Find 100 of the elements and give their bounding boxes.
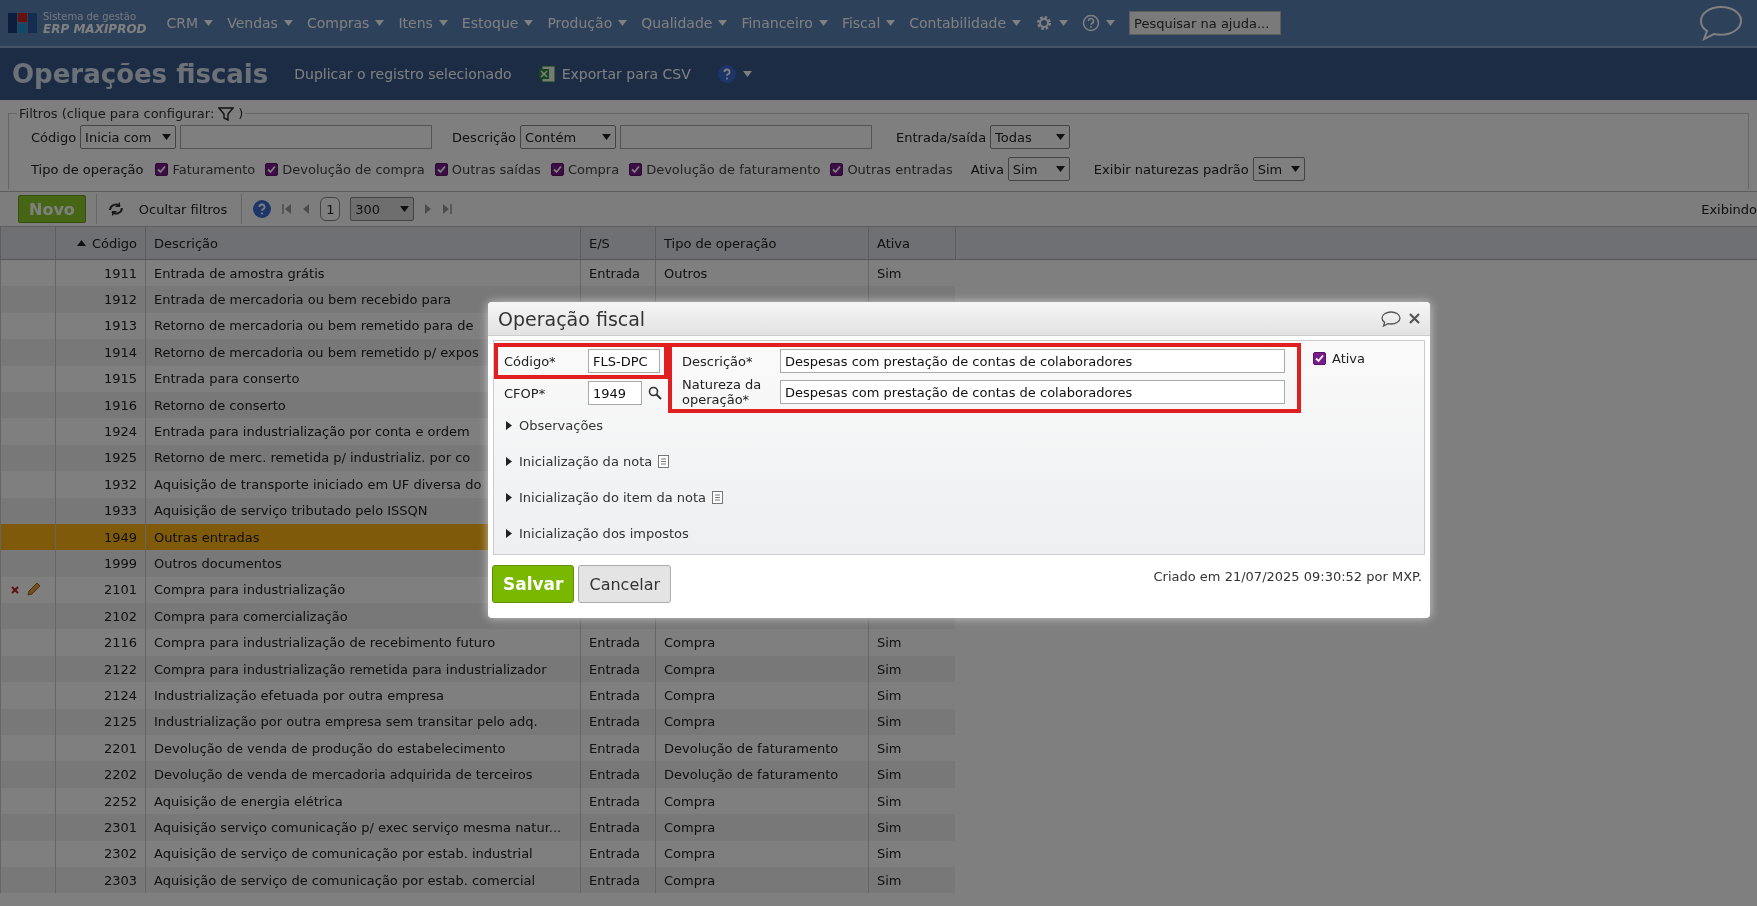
column-header[interactable]: Descrição: [145, 227, 580, 259]
search-icon[interactable]: [648, 386, 662, 400]
code-field[interactable]: [180, 125, 433, 149]
table-cell: Entrada: [580, 867, 655, 894]
nav-menu[interactable]: Vendas: [227, 15, 293, 31]
caret-icon: [818, 20, 828, 26]
table-row[interactable]: 2303 Aquisição de serviço de comunicação por estab. comercial Entrada Compra Sim: [0, 867, 955, 894]
defaults-select[interactable]: Sim: [1252, 157, 1305, 181]
filter-label: Ativa: [970, 161, 1004, 177]
nav-menu[interactable]: Produção: [547, 15, 628, 31]
toolbar-link[interactable]: Exportar para CSV: [537, 65, 691, 83]
filter-label: Exibir naturezas padrão: [1093, 161, 1249, 177]
table-row[interactable]: 2122 Compra para industrialização remetida para industrializador Entrada Compra Sim: [0, 655, 955, 683]
checkbox[interactable]: [265, 162, 279, 176]
checkbox-label: Compra: [567, 161, 620, 177]
page-number-field[interactable]: 1: [320, 197, 341, 221]
cfop-input[interactable]: 1949: [588, 381, 642, 405]
table-cell: Aquisição de serviço de comunicação por estab. industrial: [145, 840, 580, 867]
close-icon[interactable]: [1409, 313, 1420, 324]
nav-menu[interactable]: Fiscal: [841, 15, 896, 31]
filters-legend-text[interactable]: Filtros (clique para configurar:: [19, 106, 215, 121]
checkbox[interactable]: [1313, 352, 1326, 365]
record-count: Exibindo: [1701, 201, 1757, 217]
toolbar-link[interactable]: Duplicar o registro selecionado: [294, 66, 512, 82]
checkbox-label: Outras saídas: [451, 161, 541, 177]
checkbox[interactable]: [550, 162, 564, 176]
filters-legend[interactable]: Filtros (clique para configurar: ): [17, 106, 246, 121]
table-cell: Entrada: [580, 629, 655, 656]
nav-menu[interactable]: Itens: [398, 15, 448, 31]
table-cell: Compra: [655, 814, 868, 841]
table-cell: 1914: [55, 339, 145, 366]
table-cell: 1912: [55, 286, 145, 313]
caret-icon: [524, 20, 534, 26]
help-menu[interactable]: [716, 64, 752, 84]
column-header[interactable]: Tipo de operação: [655, 227, 868, 259]
checkbox-label: Faturamento: [172, 161, 256, 177]
hide-filters-button[interactable]: Ocultar filtros: [134, 201, 232, 217]
table-cell: Aquisição de serviço de comunicação por estab. comercial: [145, 867, 580, 894]
chat-bubble-icon[interactable]: [1381, 310, 1401, 327]
filters-legend-end: ): [238, 106, 244, 121]
help-icon[interactable]: [252, 199, 273, 219]
nav-menu[interactable]: Qualidade: [641, 15, 728, 31]
nav-menu[interactable]: Estoque: [461, 15, 534, 31]
checkbox[interactable]: [830, 162, 844, 176]
nature-input[interactable]: Despesas com prestação de contas de colaboradores: [780, 380, 1285, 404]
caret-icon: [1290, 166, 1300, 172]
table-cell: Devolução de venda de mercadoria adquirida de terceiros: [145, 761, 580, 788]
table-row[interactable]: 2301 Aquisição serviço comunicação p/ exec serviço mesma natur... Entrada Compra Sim: [0, 814, 955, 841]
help-menu[interactable]: [1082, 14, 1116, 32]
table-cell: Sim: [868, 840, 955, 867]
page-size-select[interactable]: 300: [350, 197, 415, 221]
filter-label: Tipo de operação: [31, 161, 144, 177]
table-row[interactable]: 2202 Devolução de venda de mercadoria adquirida de terceiros Entrada Devolução de faturamento Sim: [0, 761, 955, 788]
checkbox[interactable]: [629, 162, 643, 176]
checkbox[interactable]: [434, 162, 448, 176]
help-icon: [1082, 14, 1101, 32]
caret-icon: [742, 71, 752, 77]
document-icon[interactable]: [712, 490, 724, 504]
table-cell: Compra: [655, 682, 868, 709]
filter-icon[interactable]: [218, 106, 235, 121]
table-cell: Industrialização efetuada por outra empresa: [145, 682, 580, 709]
table-cell: Entrada: [580, 682, 655, 709]
column-header[interactable]: Código: [55, 227, 145, 259]
table-row[interactable]: 2125 Industrialização por outra empresa sem transitar pelo adq. Entrada Compra Sim: [0, 708, 955, 736]
caret-icon: [718, 20, 728, 26]
expand-arrow-icon: [506, 420, 513, 430]
cancel-button[interactable]: Cancelar: [578, 565, 672, 603]
caret-icon: [1106, 20, 1116, 26]
checkbox[interactable]: [155, 162, 169, 176]
save-button[interactable]: Salvar: [492, 565, 575, 603]
description-field[interactable]: [620, 125, 873, 149]
refresh-icon[interactable]: [106, 201, 125, 217]
delete-icon[interactable]: [11, 585, 19, 594]
pencil-icon[interactable]: [25, 581, 41, 598]
caret-icon: [886, 20, 896, 26]
sort-ascending-icon: [76, 240, 86, 246]
code-input[interactable]: FLS-DPC: [588, 349, 660, 373]
table-cell: Compra: [655, 867, 868, 894]
table-cell: 1933: [55, 497, 145, 524]
description-mode-select[interactable]: Contém: [520, 125, 617, 149]
column-header[interactable]: E/S: [580, 227, 655, 259]
description-input[interactable]: Despesas com prestação de contas de colaboradores: [780, 349, 1285, 373]
nav-menu[interactable]: Contabilidade: [909, 15, 1022, 31]
column-header[interactable]: Ativa: [868, 227, 955, 259]
nav-menu[interactable]: Compras: [306, 15, 385, 31]
table-cell: 1999: [55, 550, 145, 577]
nav-menu[interactable]: Financeiro: [741, 15, 828, 31]
settings-menu[interactable]: [1035, 14, 1069, 32]
table-cell: Entrada: [580, 761, 655, 788]
table-cell: 1932: [55, 471, 145, 498]
nav-menu[interactable]: CRM: [166, 15, 214, 31]
active-select[interactable]: Sim: [1007, 157, 1070, 181]
filter-label: Entrada/saída: [896, 129, 987, 145]
table-cell: Sim: [868, 814, 955, 841]
document-icon[interactable]: [658, 454, 670, 468]
table-cell: 1915: [55, 365, 145, 392]
logo-title: ERP MAXIPROD: [43, 23, 147, 36]
code-mode-select[interactable]: Inicia com: [80, 125, 177, 149]
direction-select[interactable]: Todas: [990, 125, 1071, 149]
search-field[interactable]: Pesquisar na ajuda...: [1129, 11, 1282, 35]
